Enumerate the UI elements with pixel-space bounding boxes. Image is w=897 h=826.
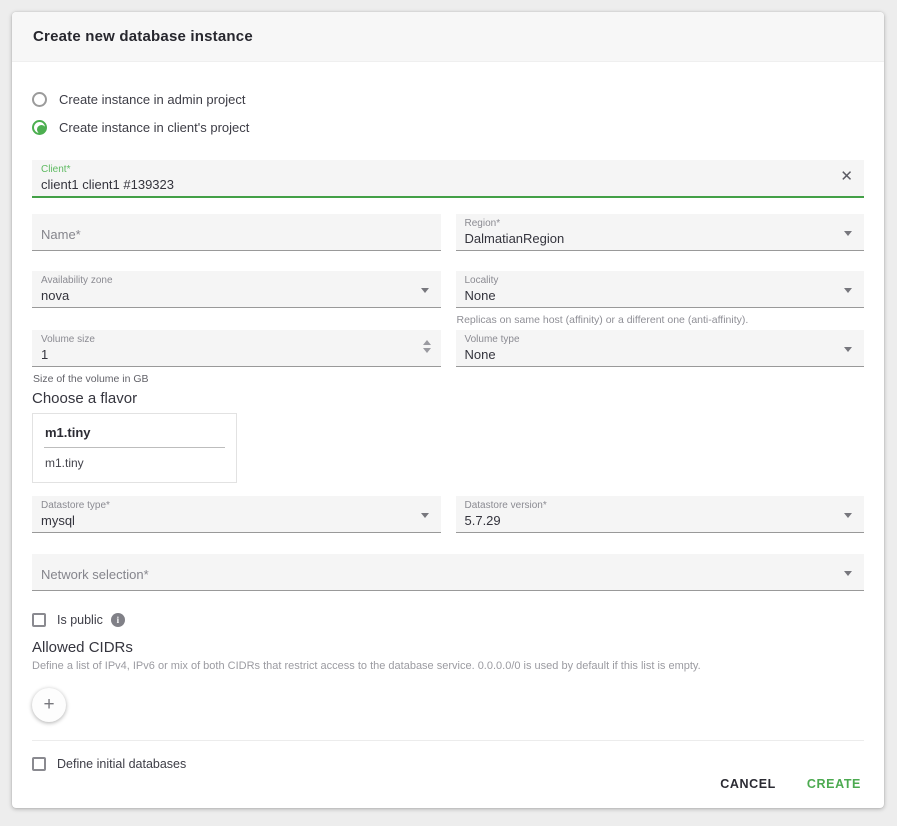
zone-locality-row: Availability zone nova Locality None Rep…: [32, 271, 864, 327]
plus-icon: +: [43, 694, 54, 716]
volume-size-helper-text: Size of the volume in GB: [33, 373, 441, 386]
radio-unchecked-icon[interactable]: [32, 92, 47, 107]
client-field-label: Client*: [41, 164, 855, 176]
create-button[interactable]: CREATE: [805, 773, 863, 795]
locality-value: None: [465, 287, 856, 304]
chevron-down-icon[interactable]: [844, 347, 852, 352]
volume-size-label: Volume size: [41, 334, 432, 346]
volume-row: Volume size 1 Size of the volume in GB V…: [32, 330, 864, 386]
allowed-cidrs-description: Define a list of IPv4, IPv6 or mix of bo…: [32, 659, 864, 673]
radio-admin-project-label: Create instance in admin project: [59, 92, 245, 107]
chevron-down-icon[interactable]: [844, 288, 852, 293]
chevron-down-icon[interactable]: [421, 513, 429, 518]
datastore-type-label: Datastore type*: [41, 500, 432, 512]
chevron-down-icon[interactable]: [844, 231, 852, 236]
project-radio-group: Create instance in admin project Create …: [32, 90, 864, 137]
network-selection-select[interactable]: Network selection*: [32, 554, 864, 591]
availability-zone-select[interactable]: Availability zone nova: [32, 271, 441, 308]
locality-helper-text: Replicas on same host (affinity) or a di…: [457, 314, 865, 327]
datastore-version-label: Datastore version*: [465, 500, 856, 512]
initial-databases-label: Define initial databases: [57, 757, 186, 771]
is-public-checkbox-row[interactable]: Is public i: [32, 613, 864, 627]
dialog-header: Create new database instance: [12, 12, 884, 62]
chevron-down-icon[interactable]: [844, 513, 852, 518]
allowed-cidrs-heading: Allowed CIDRs: [32, 639, 864, 656]
client-field-value: client1 client1 #139323: [41, 176, 855, 193]
stepper-up-icon[interactable]: [423, 340, 431, 345]
flavor-list-item[interactable]: m1.tiny: [33, 448, 236, 482]
volume-size-input[interactable]: Volume size 1: [32, 330, 441, 367]
name-region-row: Name* Region* DalmatianRegion: [32, 214, 864, 251]
volume-size-value: 1: [41, 346, 432, 363]
flavor-section-heading: Choose a flavor: [32, 390, 864, 407]
volume-type-label: Volume type: [465, 334, 856, 346]
volume-type-select[interactable]: Volume type None: [456, 330, 865, 367]
flavor-group-header: m1.tiny: [33, 414, 236, 447]
cancel-button[interactable]: CANCEL: [718, 773, 778, 795]
availability-zone-label: Availability zone: [41, 275, 432, 287]
stepper-down-icon[interactable]: [423, 348, 431, 353]
number-stepper-icon[interactable]: [423, 340, 431, 353]
region-select-value: DalmatianRegion: [465, 230, 856, 247]
locality-select[interactable]: Locality None: [456, 271, 865, 308]
checkbox-unchecked-icon[interactable]: [32, 613, 46, 627]
page-background: Create new database instance Create inst…: [0, 0, 897, 826]
datastore-version-value: 5.7.29: [465, 512, 856, 529]
radio-checked-icon[interactable]: [32, 120, 47, 135]
region-select[interactable]: Region* DalmatianRegion: [456, 214, 865, 251]
dialog-actions: CANCEL CREATE: [718, 773, 863, 795]
locality-label: Locality: [465, 275, 856, 287]
radio-client-project-label: Create instance in client's project: [59, 120, 249, 135]
initial-databases-checkbox-row[interactable]: Define initial databases: [32, 757, 864, 771]
chevron-down-icon[interactable]: [844, 571, 852, 576]
add-cidr-button[interactable]: +: [32, 688, 66, 722]
radio-client-project[interactable]: Create instance in client's project: [32, 118, 864, 137]
volume-type-value: None: [465, 346, 856, 363]
clear-client-icon[interactable]: ✕: [840, 169, 853, 185]
datastore-version-select[interactable]: Datastore version* 5.7.29: [456, 496, 865, 533]
section-divider: [32, 740, 864, 741]
flavor-list: m1.tiny m1.tiny: [32, 413, 237, 483]
datastore-row: Datastore type* mysql Datastore version*…: [32, 496, 864, 533]
info-icon[interactable]: i: [111, 613, 125, 627]
availability-zone-value: nova: [41, 287, 432, 304]
dialog-title: Create new database instance: [33, 28, 253, 45]
datastore-type-select[interactable]: Datastore type* mysql: [32, 496, 441, 533]
create-database-instance-dialog: Create new database instance Create inst…: [12, 12, 884, 808]
datastore-type-value: mysql: [41, 512, 432, 529]
network-selection-placeholder: Network selection*: [41, 567, 149, 582]
dialog-body: Create instance in admin project Create …: [12, 90, 884, 771]
radio-admin-project[interactable]: Create instance in admin project: [32, 90, 864, 109]
checkbox-unchecked-icon[interactable]: [32, 757, 46, 771]
client-field[interactable]: Client* client1 client1 #139323 ✕: [32, 160, 864, 198]
name-input[interactable]: Name*: [32, 214, 441, 251]
name-input-placeholder: Name*: [41, 227, 81, 242]
chevron-down-icon[interactable]: [421, 288, 429, 293]
is-public-label: Is public: [57, 613, 103, 627]
region-select-label: Region*: [465, 218, 856, 230]
